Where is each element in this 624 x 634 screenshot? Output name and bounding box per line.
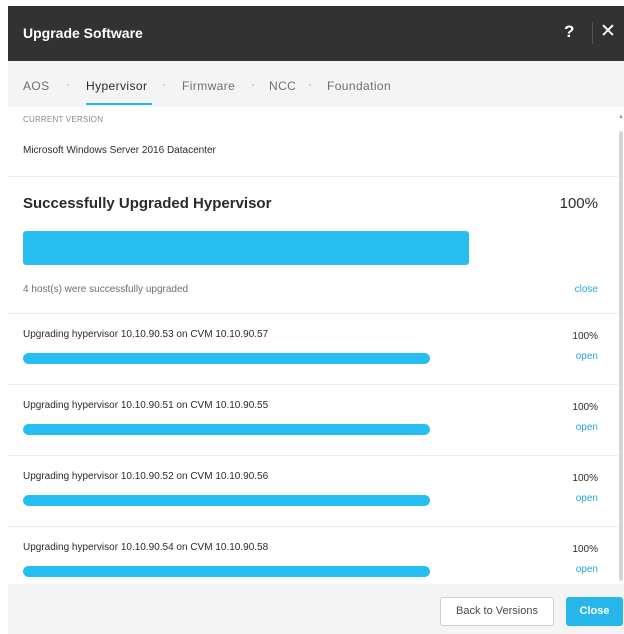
host-progress-percent: 100% — [572, 544, 598, 555]
host-upgrade-label: Upgrading hypervisor 10.10.90.52 on CVM … — [23, 471, 269, 482]
host-progress-fill — [23, 353, 430, 364]
header-divider — [592, 22, 593, 44]
section-divider — [8, 176, 618, 177]
host-upgrade-row: Upgrading hypervisor 10.10.90.52 on CVM … — [8, 455, 618, 526]
tab-separator: · — [66, 77, 70, 91]
upgrade-result-message: 4 host(s) were successfully upgraded — [23, 284, 189, 295]
host-progress-percent: 100% — [572, 331, 598, 342]
current-version-label: CURRENT VERSION — [23, 115, 104, 124]
active-tab-indicator — [86, 103, 152, 105]
current-version-value: Microsoft Windows Server 2016 Datacenter — [23, 145, 216, 156]
tab-separator: · — [251, 77, 255, 91]
overall-progress-percent: 100% — [559, 195, 598, 212]
host-progress-fill — [23, 566, 430, 577]
host-open-link[interactable]: open — [576, 351, 598, 362]
host-open-link[interactable]: open — [576, 564, 598, 575]
tab-firmware[interactable]: Firmware — [182, 79, 235, 93]
scrollbar-thumb[interactable] — [619, 131, 623, 581]
host-upgrade-row: Upgrading hypervisor 10.10.90.54 on CVM … — [8, 526, 618, 584]
host-upgrade-label: Upgrading hypervisor 10.10.90.54 on CVM … — [23, 542, 269, 553]
dialog-footer: Back to Versions Close — [8, 584, 624, 634]
host-progress-bar — [23, 495, 430, 506]
tab-ncc[interactable]: NCC — [269, 79, 296, 93]
host-progress-percent: 100% — [572, 402, 598, 413]
tab-separator: · — [308, 77, 312, 91]
tab-bar: AOS · Hypervisor · Firmware · NCC · Foun… — [8, 61, 624, 107]
host-upgrade-label: Upgrading hypervisor 10.10.90.53 on CVM … — [23, 329, 269, 340]
host-open-link[interactable]: open — [576, 493, 598, 504]
host-open-link[interactable]: open — [576, 422, 598, 433]
upgrade-status-title: Successfully Upgraded Hypervisor — [23, 195, 272, 212]
host-progress-bar — [23, 566, 430, 577]
host-progress-percent: 100% — [572, 473, 598, 484]
tab-aos[interactable]: AOS — [23, 79, 50, 93]
tab-hypervisor[interactable]: Hypervisor — [86, 79, 147, 93]
host-progress-bar — [23, 424, 430, 435]
upgrade-status-panel: CURRENT VERSION Microsoft Windows Server… — [8, 107, 618, 584]
dialog-title: Upgrade Software — [23, 25, 143, 41]
host-progress-fill — [23, 424, 430, 435]
summary-close-link[interactable]: close — [575, 284, 598, 295]
tab-separator: · — [162, 77, 166, 91]
host-upgrade-label: Upgrading hypervisor 10.10.90.51 on CVM … — [23, 400, 269, 411]
close-button[interactable]: Close — [566, 597, 623, 626]
help-icon[interactable]: ? — [564, 22, 574, 42]
host-upgrade-row: Upgrading hypervisor 10.10.90.53 on CVM … — [8, 313, 618, 384]
upgrade-software-dialog: Upgrade Software ? ✕ AOS · Hypervisor · … — [8, 6, 624, 634]
close-icon[interactable]: ✕ — [600, 20, 616, 43]
host-progress-bar — [23, 353, 430, 364]
back-to-versions-button[interactable]: Back to Versions — [440, 597, 554, 626]
overall-progress-bar — [23, 231, 469, 265]
tab-foundation[interactable]: Foundation — [327, 79, 391, 93]
host-progress-fill — [23, 495, 430, 506]
scroll-up-arrow-icon[interactable]: ▲ — [618, 114, 624, 120]
overall-progress-fill — [23, 231, 469, 265]
dialog-header: Upgrade Software ? ✕ — [8, 6, 624, 61]
host-upgrade-row: Upgrading hypervisor 10.10.90.51 on CVM … — [8, 384, 618, 455]
